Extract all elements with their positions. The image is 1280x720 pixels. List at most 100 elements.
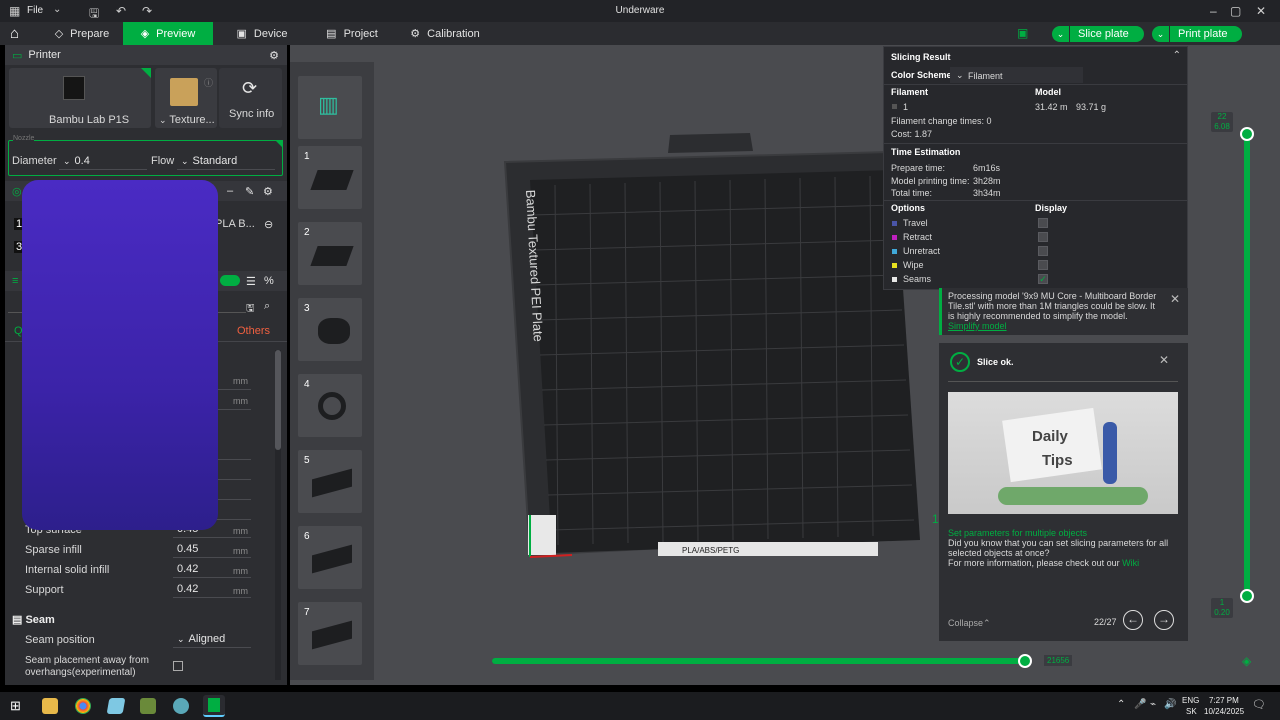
seams-checkbox[interactable]: ✓	[1038, 274, 1048, 284]
percent-icon[interactable]: %	[264, 275, 274, 287]
scrollbar[interactable]	[275, 350, 281, 680]
notification-icon[interactable]: 🗨	[1252, 698, 1266, 711]
plate-thumb[interactable]: 4	[298, 374, 362, 437]
menu-grid-icon[interactable]: ▦	[9, 4, 20, 18]
home-icon[interactable]: ⌂	[10, 25, 19, 42]
network-icon[interactable]: ⌁	[1150, 699, 1156, 710]
volume-icon[interactable]: 🔊	[1164, 699, 1176, 710]
divider	[884, 84, 1187, 85]
close-icon[interactable]: ✕	[1159, 353, 1169, 367]
corner-badge	[141, 68, 151, 78]
chevron-up-icon[interactable]: ⌃	[1117, 699, 1125, 710]
minecraft-icon[interactable]	[140, 698, 156, 714]
tab-prepare[interactable]: ◇ Prepare	[48, 22, 116, 45]
print-plate-button[interactable]: ⌄ Print plate	[1152, 26, 1242, 42]
chevron-down-icon[interactable]: ⌄	[53, 4, 61, 15]
seam-away-checkbox[interactable]	[173, 661, 183, 671]
minus-icon[interactable]: –	[227, 185, 233, 197]
plate-thumb[interactable]: 7	[298, 602, 362, 665]
plate-tag: PLA/ABS/PETG	[682, 546, 739, 555]
plate-thumb[interactable]: 3	[298, 298, 362, 361]
plate-thumb[interactable]: 6	[298, 526, 362, 589]
plate-overview-thumb[interactable]: ▥	[298, 76, 362, 139]
layout-icon[interactable]: ▣	[1017, 26, 1028, 40]
windows-start-icon[interactable]: ⊞	[10, 698, 21, 714]
bottom-layer-handle[interactable]	[1240, 589, 1254, 603]
remove-filament-icon[interactable]: ⊖	[264, 218, 273, 231]
slicing-result-panel: Slicing Result ⌃ Color Scheme ⌄ Filament…	[883, 46, 1188, 290]
plate-image	[170, 78, 198, 106]
flow-select[interactable]: ⌄ Standard	[177, 153, 275, 170]
undo-icon[interactable]: ↶	[116, 4, 126, 18]
chevron-down-icon[interactable]: ⌄	[1052, 26, 1070, 42]
gear-icon[interactable]: ⚙	[269, 49, 279, 62]
redo-icon[interactable]: ↷	[142, 4, 152, 18]
sync-info-button[interactable]: ⟳ Sync info	[219, 68, 282, 128]
plate-thumb[interactable]: 2	[298, 222, 362, 285]
layers-icon[interactable]: ◈	[1242, 654, 1251, 668]
thumb-model	[310, 246, 354, 266]
top-layer-handle[interactable]	[1240, 127, 1254, 141]
maximize-icon[interactable]: ▢	[1230, 4, 1241, 18]
collapse-icon[interactable]: ⌃	[1173, 50, 1181, 61]
divider	[884, 200, 1187, 201]
move-slider-fill	[492, 658, 1025, 664]
file-menu[interactable]: File	[27, 5, 43, 16]
slice-plate-button[interactable]: ⌄ Slice plate	[1052, 26, 1144, 42]
advanced-toggle[interactable]	[220, 275, 240, 286]
check-circle-icon: ✓	[950, 352, 970, 372]
tab-calibration[interactable]: ⚙ Calibration	[405, 22, 485, 45]
list-icon[interactable]: ☰	[246, 275, 256, 288]
color-scheme-select[interactable]: ⌄ Filament	[950, 67, 1083, 83]
chevron-down-icon: ⌄	[956, 70, 964, 80]
mic-icon[interactable]: 🎤	[1134, 699, 1146, 710]
diameter-select[interactable]: ⌄ 0.4	[59, 153, 147, 170]
tab-others[interactable]: Others	[237, 325, 270, 337]
file-explorer-icon[interactable]	[42, 698, 58, 714]
retract-checkbox[interactable]	[1038, 232, 1048, 242]
corner-marker	[528, 515, 556, 555]
printer-card[interactable]: Bambu Lab P1S	[9, 68, 151, 128]
window-title: Underware	[615, 5, 665, 16]
save-icon[interactable]: 🖫	[246, 301, 255, 318]
tab-project[interactable]: ▤ Project	[322, 22, 382, 45]
travel-checkbox[interactable]	[1038, 218, 1048, 228]
sync-icon: ⟳	[242, 78, 258, 98]
wiki-link[interactable]: Wiki	[1122, 558, 1139, 568]
tip-line3: For more information, please check out o…	[948, 558, 1140, 568]
simplify-warning: Processing model '9x9 MU Core - Multiboa…	[939, 288, 1188, 335]
plate-type[interactable]: ⌄ Texture...	[159, 114, 215, 126]
chrome-icon[interactable]	[75, 698, 91, 714]
unretract-checkbox[interactable]	[1038, 246, 1048, 256]
gear-icon[interactable]: ⚙	[263, 185, 273, 198]
minimize-icon[interactable]: –	[1210, 4, 1217, 18]
search-icon[interactable]: ⌕	[264, 300, 270, 313]
thumb-model	[312, 620, 352, 650]
nozzle-box: Nozzle Diameter ⌄ 0.4 Flow ⌄ Standard	[8, 135, 283, 176]
retract-swatch	[892, 235, 897, 240]
move-slider-handle[interactable]	[1018, 654, 1032, 668]
seam-icon: ▤	[12, 614, 23, 626]
tab-device[interactable]: ▣ Device	[232, 22, 292, 45]
edit-icon[interactable]: ✎	[245, 185, 254, 198]
close-icon[interactable]: ✕	[1170, 292, 1180, 306]
info-icon[interactable]: ⓘ	[204, 76, 213, 89]
plate-card[interactable]: ⓘ ⌄ Texture...	[155, 68, 217, 128]
close-icon[interactable]: ✕	[1256, 4, 1266, 18]
layer-slider[interactable]	[1240, 127, 1254, 603]
app-icon[interactable]	[173, 698, 189, 714]
seam-position-select[interactable]: ⌄ Aligned	[173, 631, 251, 648]
collapse-link[interactable]: Collapse⌃	[948, 618, 991, 629]
move-slider[interactable]	[492, 654, 1032, 668]
wipe-checkbox[interactable]	[1038, 260, 1048, 270]
plate-thumb[interactable]: 5	[298, 450, 362, 513]
notepad-icon[interactable]	[106, 698, 126, 714]
unretract-swatch	[892, 249, 897, 254]
next-tip-button[interactable]: →	[1154, 610, 1174, 630]
tab-preview[interactable]: ◈ Preview	[123, 22, 213, 45]
chevron-down-icon[interactable]: ⌄	[1152, 26, 1170, 42]
bambu-studio-task[interactable]	[203, 695, 225, 717]
simplify-model-link[interactable]: Simplify model	[948, 321, 1007, 331]
prev-tip-button[interactable]: ←	[1123, 610, 1143, 630]
plate-thumb[interactable]: 1	[298, 146, 362, 209]
